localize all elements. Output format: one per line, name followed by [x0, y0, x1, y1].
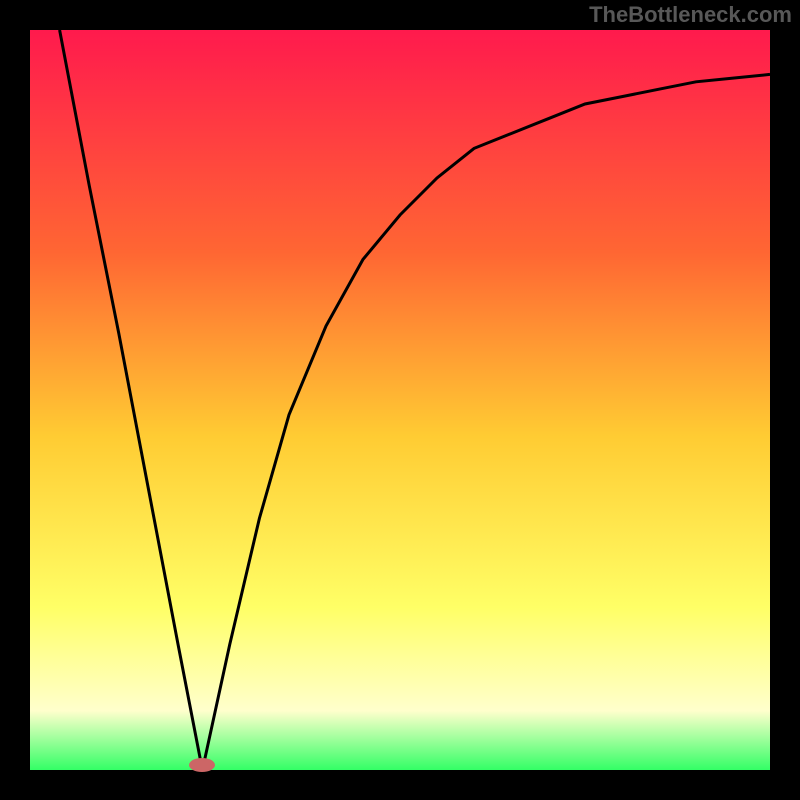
gradient-background — [30, 30, 770, 770]
optimal-point-marker — [189, 758, 215, 772]
plot-area — [30, 30, 770, 770]
chart-container: TheBottleneck.com — [0, 0, 800, 800]
watermark-text: TheBottleneck.com — [589, 2, 792, 28]
